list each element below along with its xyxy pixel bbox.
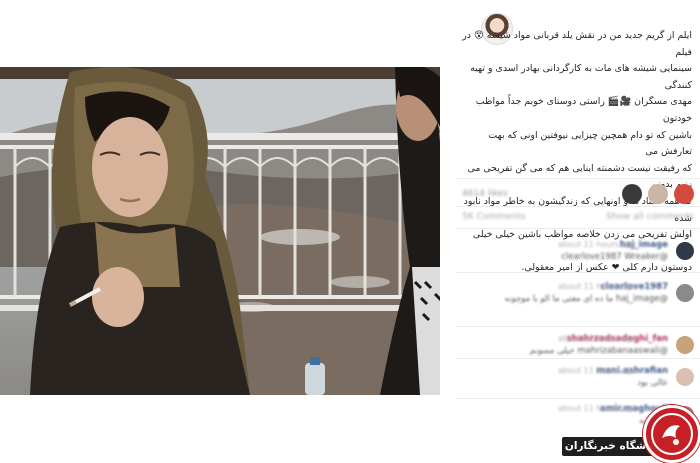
commenter-avatar[interactable] [676,242,694,260]
comment-time: about 11 hours ago [558,334,637,343]
comment-text: @clearlove1987 Wreaker [561,252,668,262]
caption-line: دوستون دارم کلی ❤ عکس از امیر معقولی. [521,262,692,274]
liker-avatar[interactable] [622,184,642,204]
commenter-avatar[interactable] [676,336,694,354]
photo-scene [0,67,440,395]
divider [456,228,700,229]
comment-text: عالی بود [637,378,668,388]
divider [456,398,700,399]
post-photo[interactable] [0,67,440,395]
divider [456,178,700,179]
likes-count[interactable]: 4614 likes [462,189,508,199]
brand-logo-icon [643,405,700,463]
likes-row: 4614 likes [462,184,694,204]
commenter-avatar[interactable] [676,284,694,302]
caption-line: سینمایی شیشه های مات به کارگردانی بهادر … [470,63,692,91]
comment-time: about 11 hours ago [558,240,637,249]
liker-avatar[interactable] [674,184,694,204]
comment-text: @haj_image ما ده ای معتی ما الو با موچون… [504,294,668,304]
caption-line: باشین که تو دام همچین چیزایی نیوفتین اون… [488,129,692,158]
watermark-text: باشگاه خبرنگاران [564,440,654,452]
divider [456,272,700,273]
divider [456,326,700,327]
liker-avatar[interactable] [648,184,668,204]
divider [456,358,700,359]
comment-text: @mahrizabanaaswali خیلی ممنونم [529,346,668,356]
caption-line: مهدی مسگران 🎥🎬 راستی دوستای خوبم جداً مو… [475,96,692,124]
commenter-avatar[interactable] [676,368,694,386]
show-all-comments-link[interactable]: Show all comments [606,212,694,222]
brand-mark-icon [651,413,693,455]
comments-count[interactable]: 5K Comments [462,212,525,222]
divider [456,206,700,207]
comment-time: about 11 hours ago [558,282,637,291]
caption-line: ایلم از گریم جدید من در نقش یلد قربانی م… [462,30,692,58]
comment-time: about 11 hours ago [558,366,637,375]
comment-time: about 11 hours ago [558,404,637,413]
